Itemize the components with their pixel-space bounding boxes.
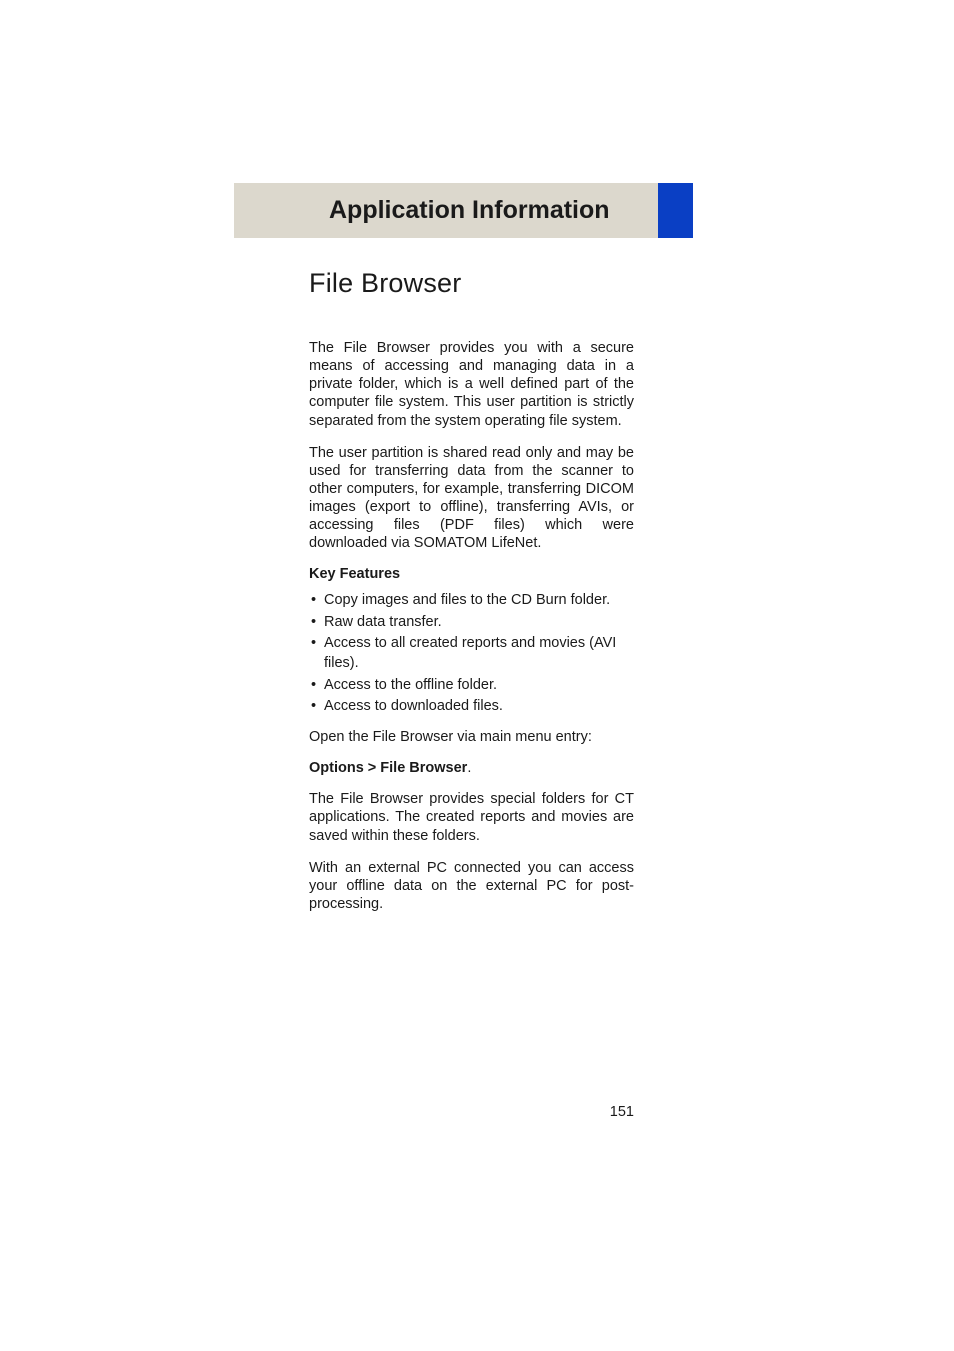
paragraph-folders: The File Browser provides special folder… [309, 790, 634, 844]
header-gray-section: Application Information [234, 183, 658, 238]
page-number: 151 [309, 1104, 634, 1120]
nav-path-bold: Options > File Browser [309, 760, 467, 776]
paragraph-open-via: Open the File Browser via main menu entr… [309, 728, 634, 746]
feature-list: Copy images and files to the CD Burn fol… [309, 590, 634, 716]
header-blue-accent [658, 183, 693, 238]
paragraph-external-pc: With an external PC connected you can ac… [309, 859, 634, 913]
list-item: Access to all created reports and movies… [309, 633, 634, 674]
paragraph-intro-2: The user partition is shared read only a… [309, 444, 634, 553]
paragraph-intro-1: The File Browser provides you with a sec… [309, 339, 634, 430]
section-heading: File Browser [309, 268, 634, 299]
nav-path-suffix: . [467, 760, 471, 776]
header-band: Application Information [234, 183, 954, 238]
list-item: Access to downloaded files. [309, 696, 634, 716]
list-item: Access to the offline folder. [309, 675, 634, 695]
key-features-heading: Key Features [309, 566, 634, 582]
navigation-path: Options > File Browser. [309, 760, 634, 776]
list-item: Copy images and files to the CD Burn fol… [309, 590, 634, 610]
list-item: Raw data transfer. [309, 612, 634, 632]
page-content: File Browser The File Browser provides y… [309, 268, 634, 927]
header-title: Application Information [329, 196, 610, 225]
